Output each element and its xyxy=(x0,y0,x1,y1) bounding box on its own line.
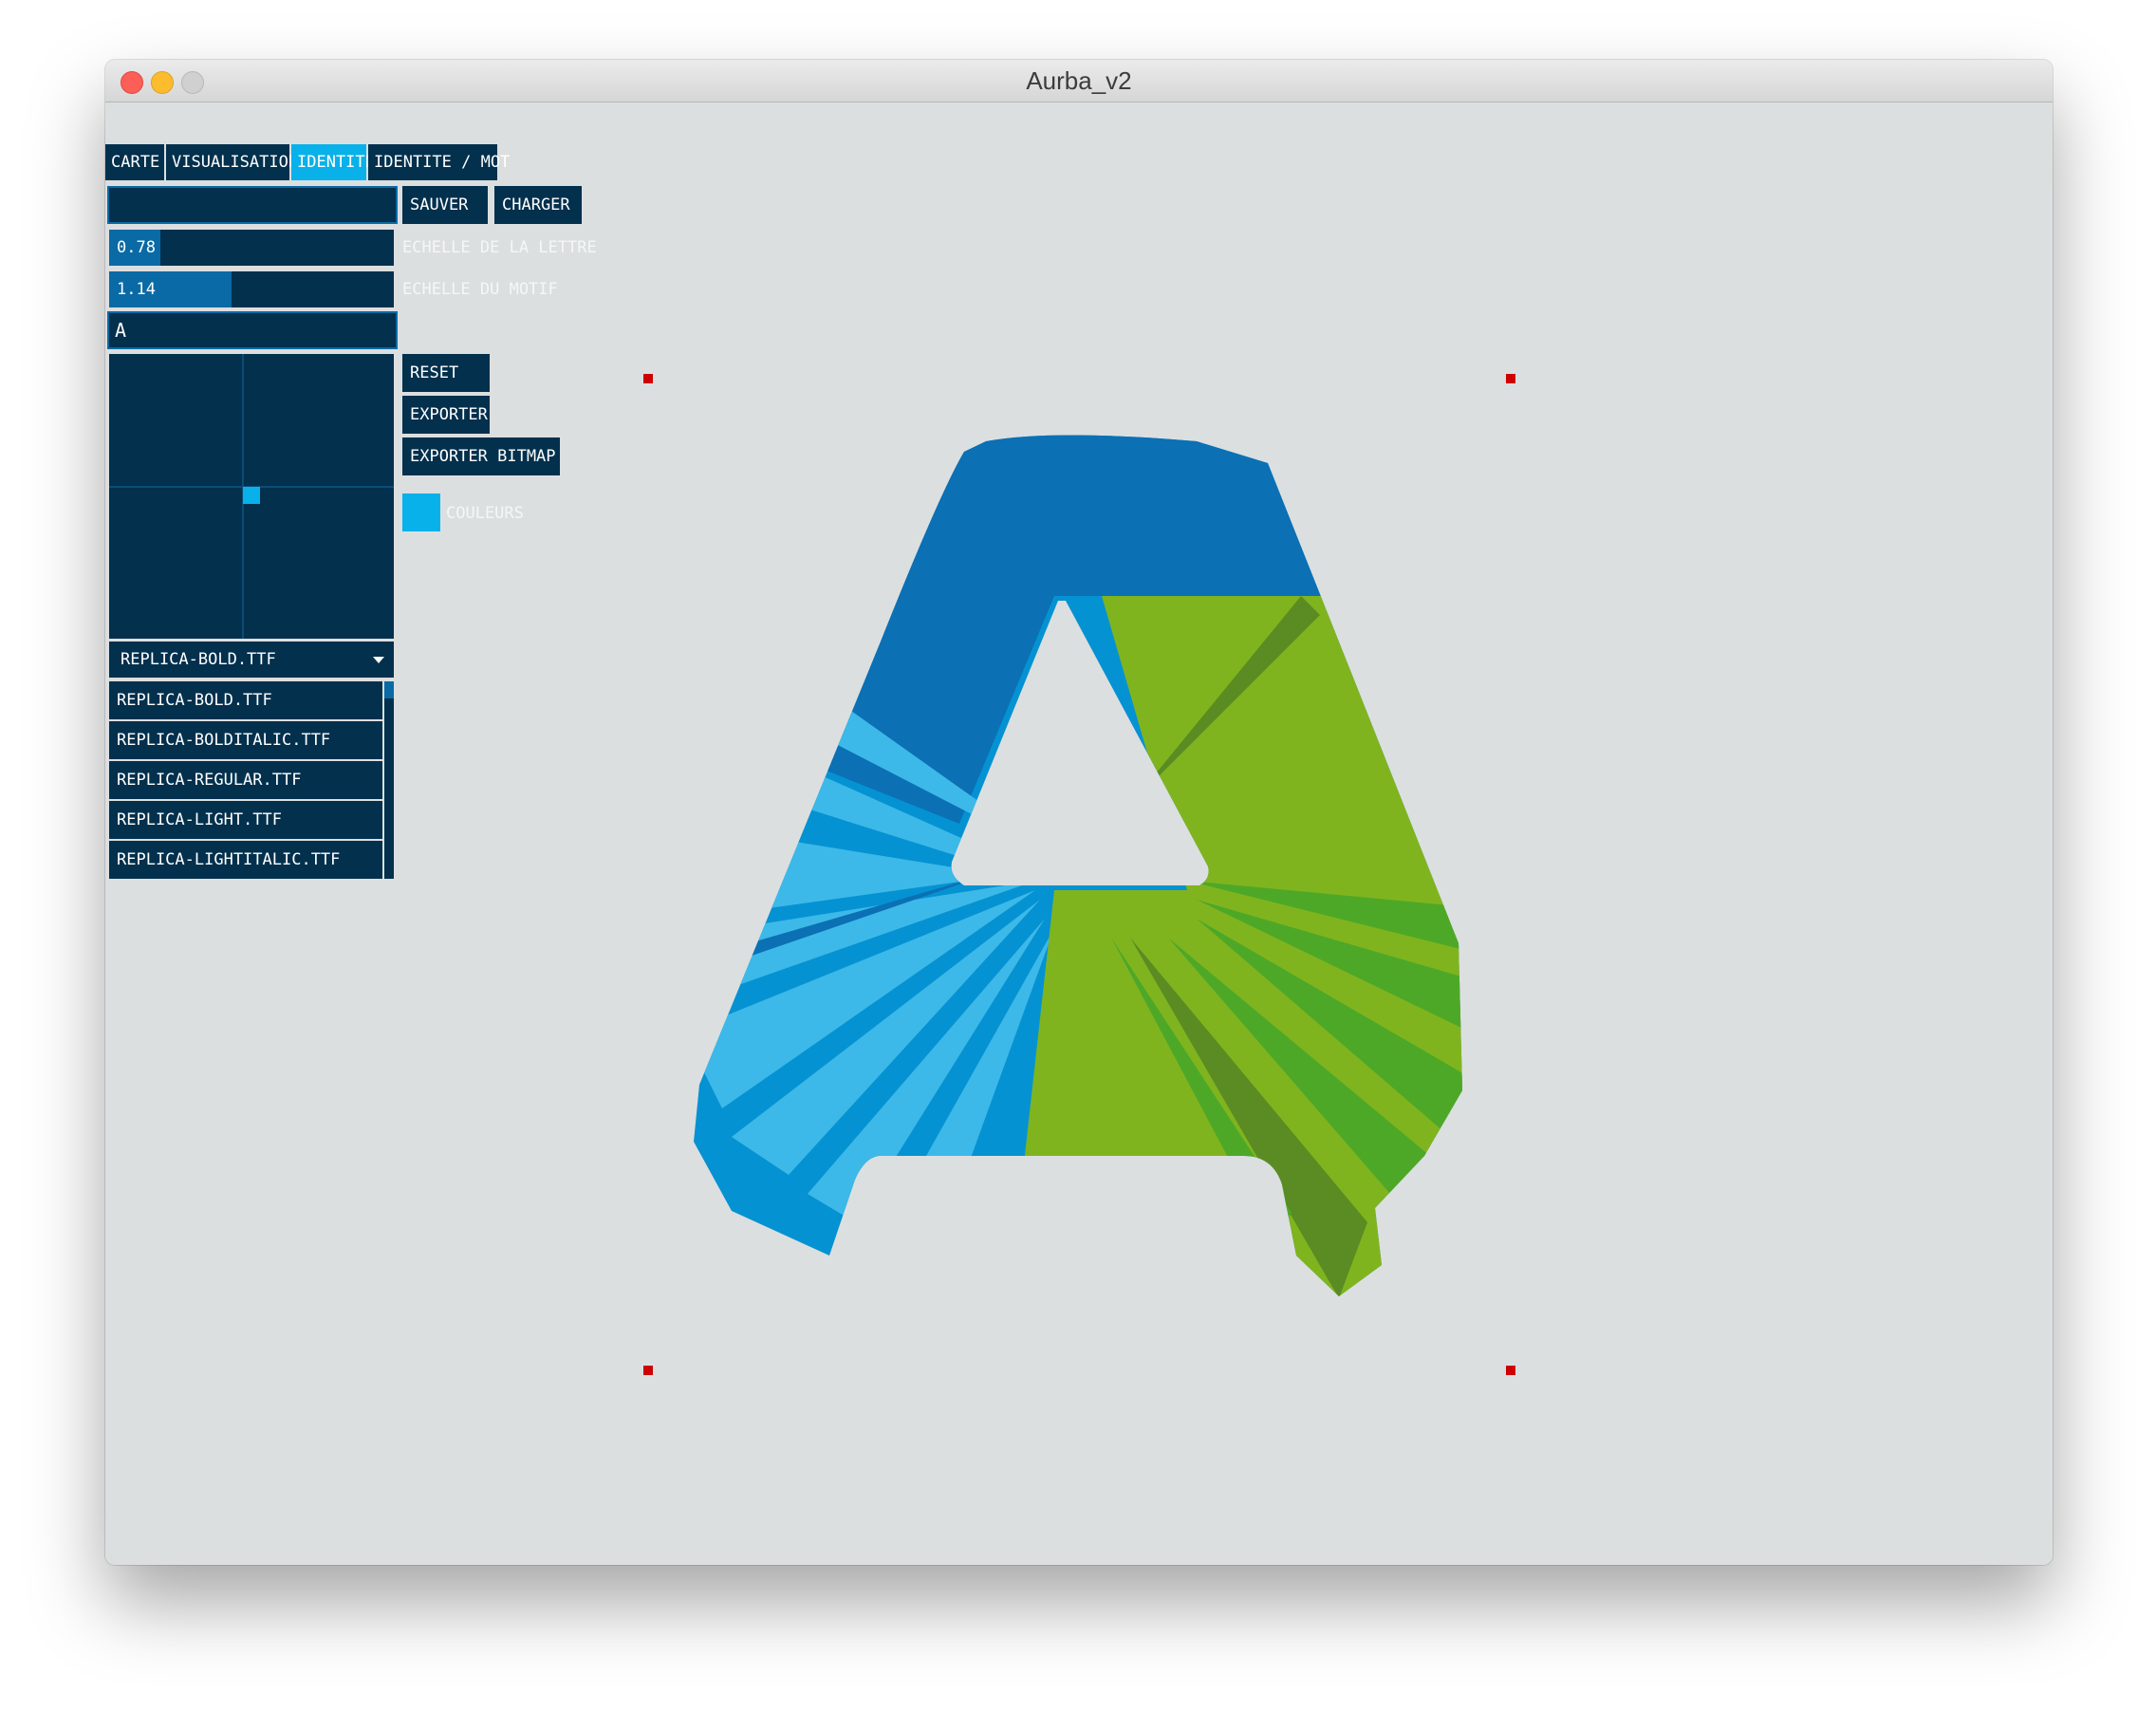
letter-scale-value: 0.78 xyxy=(117,238,156,257)
font-option[interactable]: REPLICA-LIGHT.TTF xyxy=(109,801,382,839)
colors-toggle[interactable] xyxy=(402,493,440,531)
corner-handle-top-right[interactable] xyxy=(1506,374,1515,383)
export-bitmap-button[interactable]: EXPORTER BITMAP xyxy=(402,437,560,475)
pattern-scale-value: 1.14 xyxy=(117,280,156,299)
letter-scale-label: ECHELLE DE LA LETTRE xyxy=(402,238,597,257)
letter-input-value: A xyxy=(115,319,127,342)
letter-pattern xyxy=(694,435,1462,1296)
app-canvas: CARTE VISUALISATION IDENTITE IDENTITE / … xyxy=(105,102,2053,1565)
font-dropdown[interactable]: REPLICA-BOLD.TTF xyxy=(109,642,394,678)
font-list-scrollbar[interactable] xyxy=(384,681,394,879)
chevron-down-icon xyxy=(373,657,384,663)
app-window: Aurba_v2 CARTE VISUALISATION IDENTITE ID… xyxy=(105,60,2053,1565)
corner-handle-bottom-left[interactable] xyxy=(643,1366,653,1375)
pattern-scale-label: ECHELLE DU MOTIF xyxy=(402,280,558,299)
load-button[interactable]: CHARGER xyxy=(494,186,582,224)
font-list-scroll-thumb[interactable] xyxy=(384,681,394,698)
font-option[interactable]: REPLICA-LIGHTITALIC.TTF xyxy=(109,841,382,879)
window-title: Aurba_v2 xyxy=(1026,66,1132,95)
font-dropdown-value: REPLICA-BOLD.TTF xyxy=(121,649,276,669)
tab-visualisation[interactable]: VISUALISATION xyxy=(166,144,298,180)
letter-scale-slider[interactable]: 0.78 xyxy=(109,230,394,266)
reset-button[interactable]: RESET xyxy=(402,354,490,392)
font-option[interactable]: REPLICA-BOLD.TTF xyxy=(109,681,382,719)
title-bar: Aurba_v2 xyxy=(105,60,2053,102)
export-button[interactable]: EXPORTER xyxy=(402,396,490,434)
pad-handle[interactable] xyxy=(243,487,260,504)
corner-handle-top-left[interactable] xyxy=(643,374,653,383)
font-option[interactable]: REPLICA-REGULAR.TTF xyxy=(109,761,382,799)
position-pad[interactable] xyxy=(109,354,394,639)
file-name-field[interactable] xyxy=(107,186,398,224)
tab-carte[interactable]: CARTE xyxy=(105,144,164,180)
save-button[interactable]: SAUVER xyxy=(402,186,488,224)
corner-handle-bottom-right[interactable] xyxy=(1506,1366,1515,1375)
font-option[interactable]: REPLICA-BOLDITALIC.TTF xyxy=(109,721,382,759)
tab-identite[interactable]: IDENTITE xyxy=(291,144,375,180)
letter-input[interactable]: A xyxy=(107,311,398,349)
tab-identite-mot[interactable]: IDENTITE / MOT xyxy=(368,144,510,180)
pattern-scale-slider[interactable]: 1.14 xyxy=(109,271,394,307)
colors-label: COULEURS xyxy=(446,504,524,523)
